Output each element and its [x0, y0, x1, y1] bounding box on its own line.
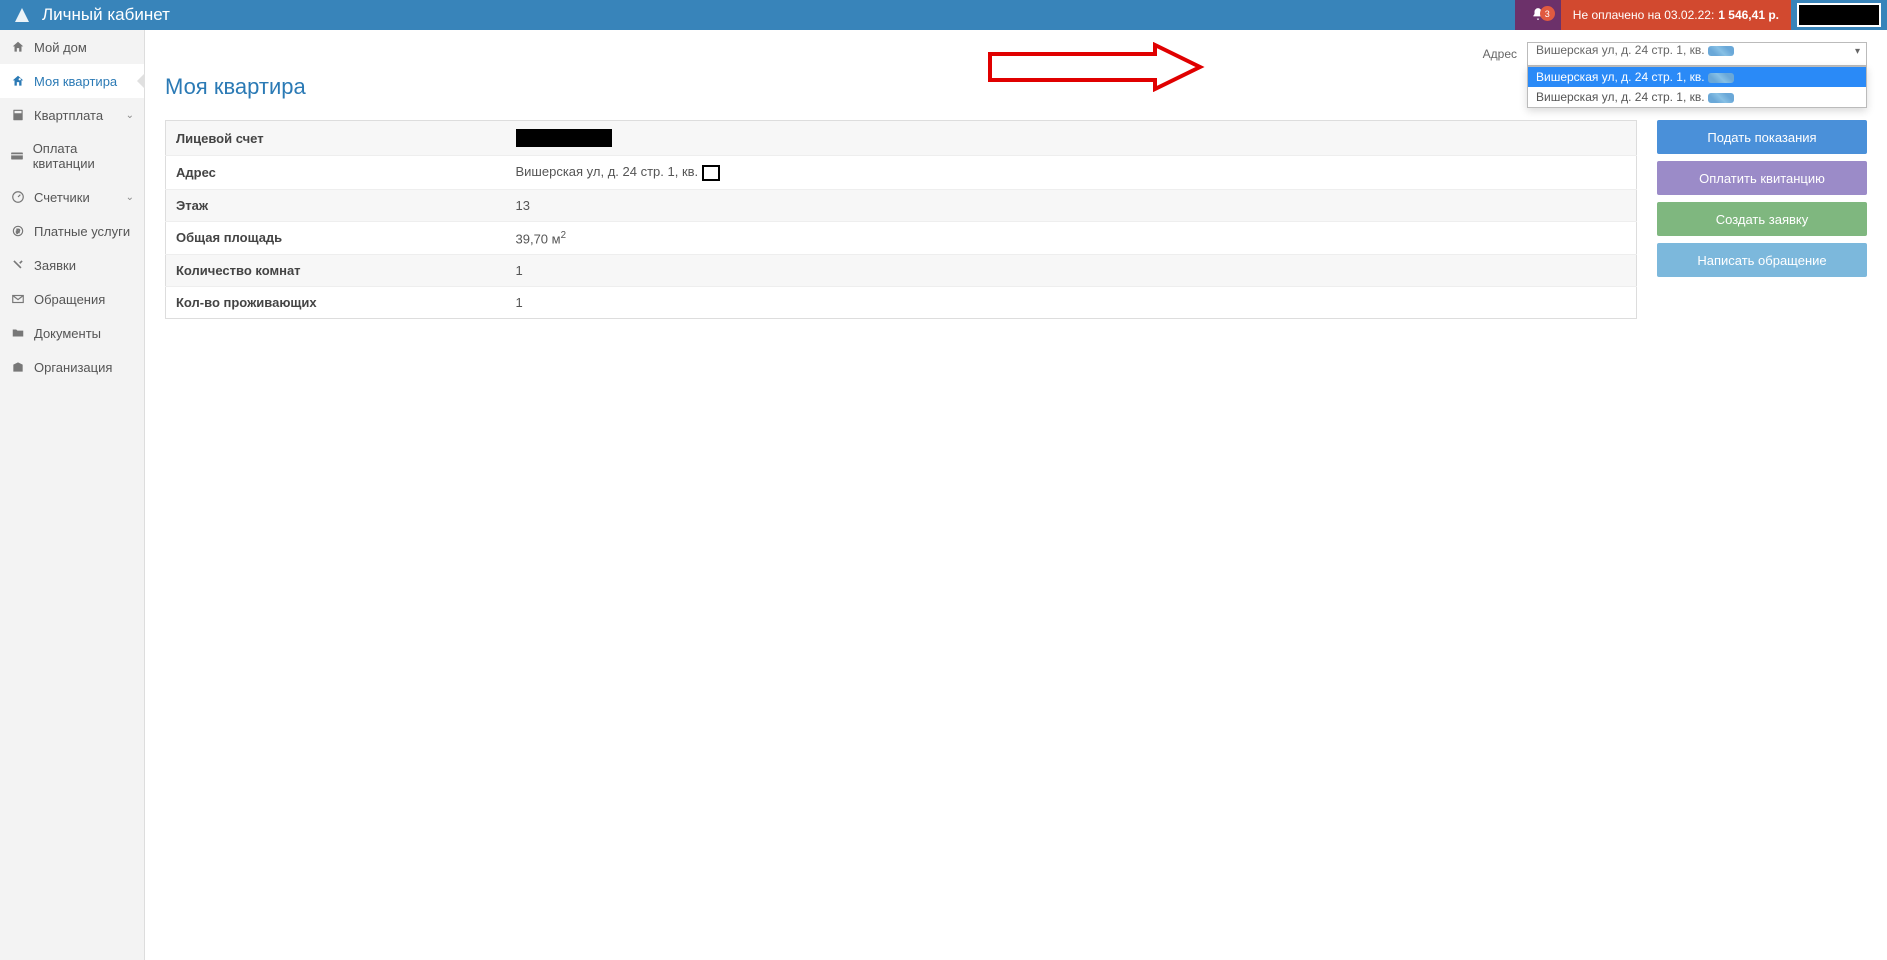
sidebar-label: Заявки [34, 258, 76, 273]
key-icon [10, 73, 26, 89]
table-row: Количество комнат 1 [166, 254, 1637, 286]
chevron-down-icon: ⌄ [126, 192, 134, 203]
info-label: Количество комнат [166, 254, 506, 286]
sidebar-label: Квартплата [34, 108, 103, 123]
redacted-icon [1708, 73, 1734, 83]
write-appeal-button[interactable]: Написать обращение [1657, 243, 1867, 277]
info-value: Вишерская ул, д. 24 стр. 1, кв. [506, 156, 1637, 190]
sidebar-label: Документы [34, 326, 101, 341]
info-value: 13 [506, 189, 1637, 221]
submit-readings-button[interactable]: Подать показания [1657, 120, 1867, 154]
redacted-icon [1708, 93, 1734, 103]
sidebar-item-requests[interactable]: Заявки [0, 248, 144, 282]
sidebar-label: Обращения [34, 292, 105, 307]
app-logo-icon [10, 3, 34, 27]
table-row: Этаж 13 [166, 189, 1637, 221]
sidebar-label: Платные услуги [34, 224, 130, 239]
notifications-button[interactable]: 3 [1515, 0, 1561, 30]
home-icon [10, 39, 26, 55]
folder-icon [10, 325, 26, 341]
sidebar-label: Оплата квитанции [33, 141, 134, 171]
sidebar-label: Счетчики [34, 190, 90, 205]
sidebar-item-appeals[interactable]: Обращения [0, 282, 144, 316]
sidebar-item-meters[interactable]: Счетчики ⌄ [0, 180, 144, 214]
coin-icon: ₽ [10, 223, 26, 239]
create-request-button[interactable]: Создать заявку [1657, 202, 1867, 236]
address-option[interactable]: Вишерская ул, д. 24 стр. 1, кв. [1528, 67, 1866, 87]
address-selected-value: Вишерская ул, д. 24 стр. 1, кв. [1536, 43, 1705, 57]
calculator-icon [10, 107, 26, 123]
address-selector-row: Адрес Вишерская ул, д. 24 стр. 1, кв. Ви… [165, 42, 1867, 66]
unpaid-amount: 1 546,41 р. [1718, 8, 1779, 22]
tools-icon [10, 257, 26, 273]
sidebar-item-pay-receipt[interactable]: Оплата квитанции [0, 132, 144, 180]
action-buttons-column: Подать показания Оплатить квитанцию Созд… [1657, 120, 1867, 277]
mail-icon [10, 291, 26, 307]
sidebar-item-paid-services[interactable]: ₽ Платные услуги [0, 214, 144, 248]
main-content: Адрес Вишерская ул, д. 24 стр. 1, кв. Ви… [145, 30, 1887, 331]
address-option[interactable]: Вишерская ул, д. 24 стр. 1, кв. [1528, 87, 1866, 107]
sidebar-item-organization[interactable]: Организация [0, 350, 144, 384]
redacted-value [516, 129, 612, 147]
pay-receipt-button[interactable]: Оплатить квитанцию [1657, 161, 1867, 195]
notification-count-badge: 3 [1540, 6, 1555, 21]
svg-text:₽: ₽ [16, 228, 20, 235]
address-dropdown-panel: Вишерская ул, д. 24 стр. 1, кв. Вишерска… [1527, 66, 1867, 108]
apartment-info-table: Лицевой счет Адрес Вишерская ул, д. 24 с… [165, 120, 1637, 319]
info-label: Общая площадь [166, 221, 506, 254]
meter-icon [10, 189, 26, 205]
info-value: 1 [506, 254, 1637, 286]
header-right: 3 Не оплачено на 03.02.22: 1 546,41 р. [1515, 0, 1887, 30]
sidebar-item-my-apartment[interactable]: Моя квартира [0, 64, 144, 98]
header-left: Личный кабинет [0, 3, 170, 27]
info-value: 39,70 м2 [506, 221, 1637, 254]
sidebar-item-documents[interactable]: Документы [0, 316, 144, 350]
unpaid-label: Не оплачено на 03.02.22: [1573, 8, 1715, 22]
info-label: Адрес [166, 156, 506, 190]
address-select[interactable]: Вишерская ул, д. 24 стр. 1, кв. [1527, 42, 1867, 66]
info-value: 1 [506, 286, 1637, 318]
sidebar-item-payment[interactable]: Квартплата ⌄ [0, 98, 144, 132]
sidebar-label: Организация [34, 360, 112, 375]
org-icon [10, 359, 26, 375]
card-icon [10, 148, 25, 164]
sidebar-label: Моя квартира [34, 74, 117, 89]
table-row: Адрес Вишерская ул, д. 24 стр. 1, кв. [166, 156, 1637, 190]
info-label: Кол-во проживающих [166, 286, 506, 318]
content-row: Лицевой счет Адрес Вишерская ул, д. 24 с… [165, 120, 1867, 319]
info-label: Лицевой счет [166, 121, 506, 156]
table-row: Кол-во проживающих 1 [166, 286, 1637, 318]
table-row: Общая площадь 39,70 м2 [166, 221, 1637, 254]
app-header: Личный кабинет 3 Не оплачено на 03.02.22… [0, 0, 1887, 30]
redacted-icon [1708, 46, 1734, 56]
sidebar-item-my-home[interactable]: Мой дом [0, 30, 144, 64]
sidebar: Мой дом Моя квартира Квартплата ⌄ Оплата… [0, 30, 145, 960]
header-title: Личный кабинет [42, 5, 170, 25]
info-label: Этаж [166, 189, 506, 221]
address-label: Адрес [1483, 47, 1517, 61]
chevron-down-icon: ⌄ [126, 110, 134, 121]
table-row: Лицевой счет [166, 121, 1637, 156]
info-value [506, 121, 1637, 156]
unpaid-banner[interactable]: Не оплачено на 03.02.22: 1 546,41 р. [1561, 0, 1791, 30]
sidebar-label: Мой дом [34, 40, 87, 55]
user-menu[interactable] [1797, 3, 1881, 27]
redacted-value [702, 165, 720, 181]
